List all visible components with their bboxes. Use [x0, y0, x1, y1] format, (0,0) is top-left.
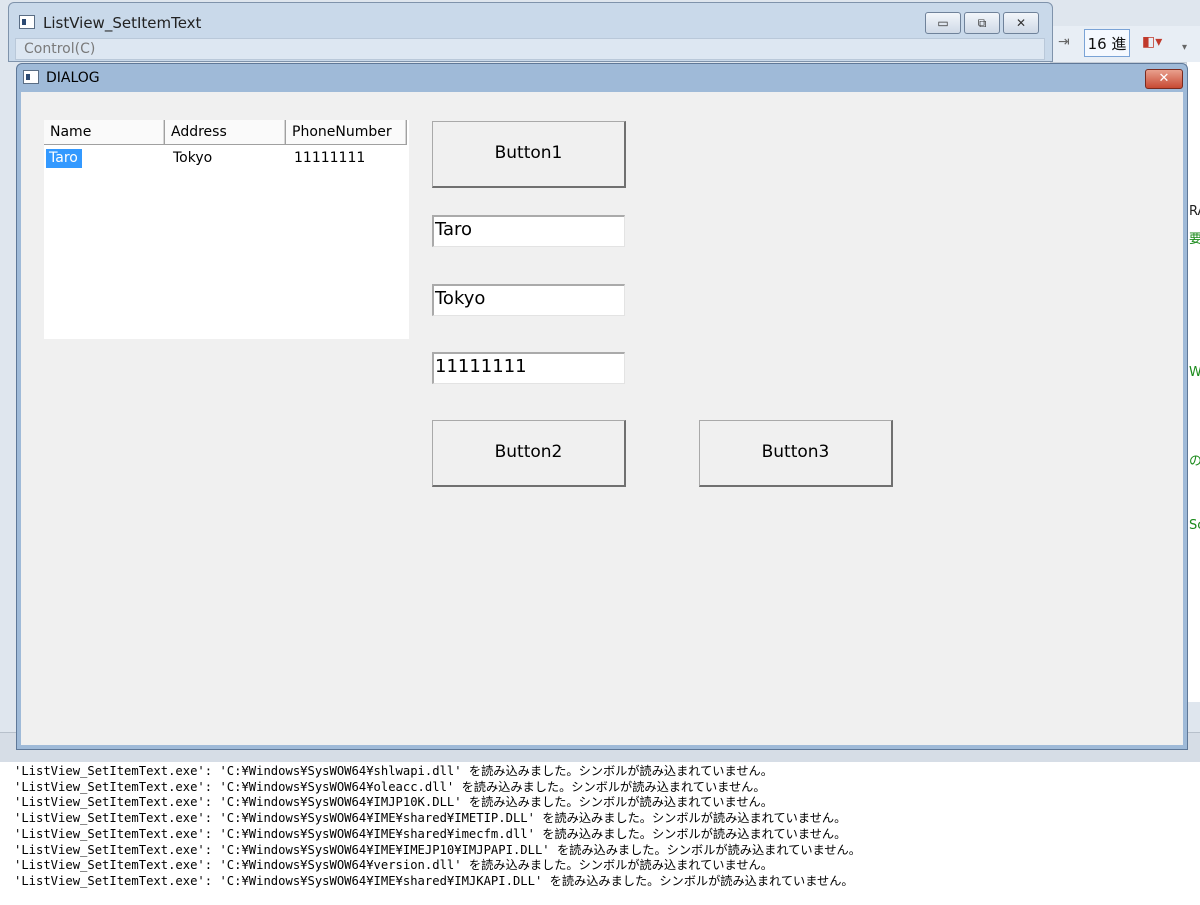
hex-display-button[interactable]: 16 進	[1084, 29, 1130, 57]
output-line: 'ListView_SetItemText.exe': 'C:¥Windows¥…	[14, 811, 847, 826]
dialog-app-icon	[23, 70, 39, 84]
code-fragment: の	[1189, 450, 1200, 469]
ide-code-pane-edge: RA 要 Wi の Sc	[1186, 62, 1200, 702]
parent-window: ListView_SetItemText ▭ ⧉ ✕ Control(C)	[8, 2, 1053, 62]
overflow-chevron-icon[interactable]: ▾	[1182, 42, 1187, 53]
name-edit-field[interactable]: Taro	[432, 215, 625, 247]
column-header-address[interactable]: Address	[165, 120, 286, 145]
address-edit-field[interactable]: Tokyo	[432, 284, 625, 316]
output-line: 'ListView_SetItemText.exe': 'C:¥Windows¥…	[14, 826, 847, 841]
window-title: ListView_SetItemText	[43, 14, 202, 32]
code-fragment: Wi	[1189, 365, 1200, 380]
minimize-button[interactable]: ▭	[925, 12, 961, 34]
list-view[interactable]: Name Address PhoneNumber Taro Tokyo 1111…	[44, 120, 409, 339]
breakpoint-dropdown-icon[interactable]: ◧▾	[1142, 34, 1162, 50]
output-line: 'ListView_SetItemText.exe': 'C:¥Windows¥…	[14, 795, 773, 810]
output-line: 'ListView_SetItemText.exe': 'C:¥Windows¥…	[14, 779, 766, 794]
restore-button[interactable]: ⧉	[964, 12, 1000, 34]
menu-bar: Control(C)	[15, 38, 1045, 60]
list-item-phone-cell[interactable]: 11111111	[294, 150, 365, 166]
dialog-title: DIALOG	[46, 70, 100, 86]
list-item-address-cell[interactable]: Tokyo	[173, 150, 212, 166]
output-line: 'ListView_SetItemText.exe': 'C:¥Windows¥…	[14, 858, 773, 873]
dialog-titlebar[interactable]: DIALOG ✕	[17, 64, 1187, 92]
close-button[interactable]: ✕	[1003, 12, 1039, 34]
menu-item-control[interactable]: Control(C)	[24, 41, 95, 57]
indent-icon[interactable]: ⇥	[1058, 34, 1070, 50]
column-header-phonenumber[interactable]: PhoneNumber	[286, 120, 407, 145]
output-line: 'ListView_SetItemText.exe': 'C:¥Windows¥…	[14, 764, 773, 778]
window-app-icon	[19, 15, 35, 29]
dialog-client-area: Name Address PhoneNumber Taro Tokyo 1111…	[21, 92, 1183, 745]
button1[interactable]: Button1	[432, 121, 626, 188]
button2[interactable]: Button2	[432, 420, 626, 487]
code-fragment: Sc	[1189, 518, 1200, 533]
output-line: 'ListView_SetItemText.exe': 'C:¥Windows¥…	[14, 842, 861, 857]
phone-edit-field[interactable]: 11111111	[432, 352, 625, 384]
code-fragment: 要	[1189, 228, 1200, 247]
list-item-name-cell[interactable]: Taro	[46, 149, 82, 168]
output-line: 'ListView_SetItemText.exe': 'C:¥Windows¥…	[14, 873, 854, 888]
code-fragment: RA	[1189, 204, 1200, 219]
button3[interactable]: Button3	[699, 420, 893, 487]
output-window[interactable]: 'ListView_SetItemText.exe': 'C:¥Windows¥…	[0, 762, 1200, 905]
dialog-close-button[interactable]: ✕	[1145, 69, 1183, 89]
column-header-name[interactable]: Name	[44, 120, 165, 145]
dialog-window: DIALOG ✕ Name Address PhoneNumber Taro T…	[16, 63, 1188, 750]
